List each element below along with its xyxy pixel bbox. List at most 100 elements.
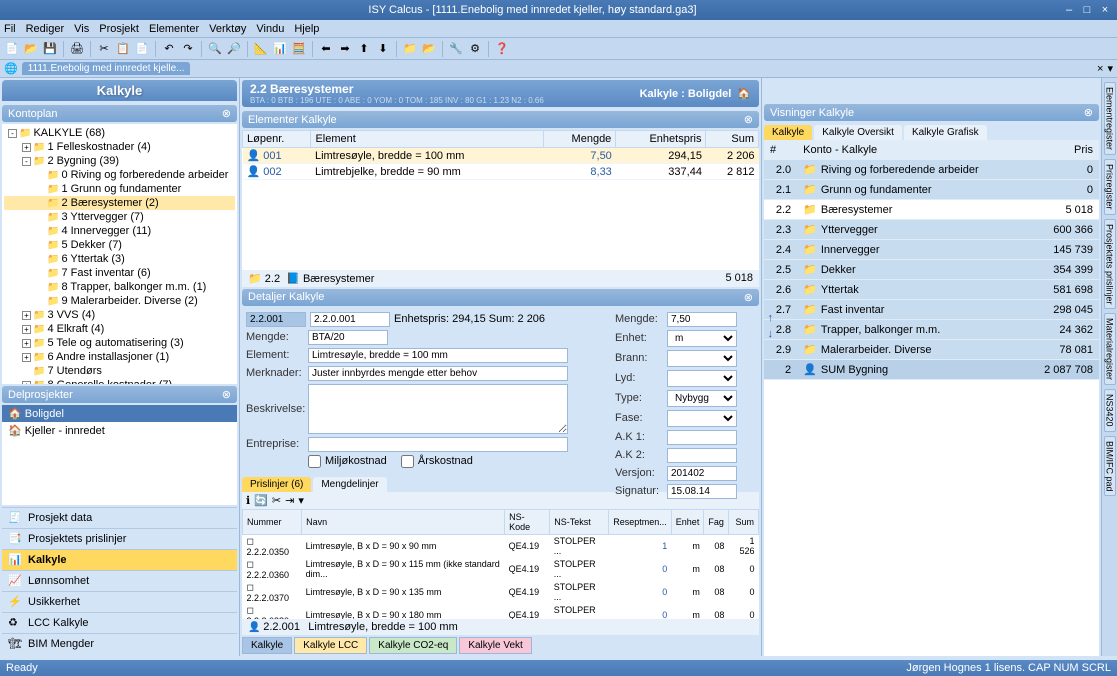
type-select[interactable]: Nybygg bbox=[667, 390, 737, 407]
nav-item-lønnsomhet[interactable]: 📈Lønnsomhet bbox=[2, 570, 237, 591]
visning-row[interactable]: 2.5📁Dekker354 399 bbox=[764, 260, 1099, 280]
delprosjekter-list[interactable]: 🏠 Boligdel🏠 Kjeller - innredet bbox=[2, 405, 237, 505]
toolbar-icon[interactable]: 📐 bbox=[253, 41, 269, 57]
visning-row[interactable]: 2.6📁Yttertak581 698 bbox=[764, 280, 1099, 300]
collapse-icon[interactable]: ⊗ bbox=[744, 291, 753, 304]
visning-row[interactable]: 2.0📁Riving og forberedende arbeider0 bbox=[764, 160, 1099, 180]
ak1-field[interactable] bbox=[667, 430, 737, 445]
arskostnad-checkbox[interactable] bbox=[401, 455, 414, 468]
side-tab[interactable]: Prisregister bbox=[1104, 159, 1116, 215]
toolbar-icon[interactable]: ⚙ bbox=[467, 41, 483, 57]
kontoplan-tree[interactable]: -📁KALKYLE (68)+📁1 Felleskostnader (4)-📁2… bbox=[2, 124, 237, 384]
code2-field[interactable] bbox=[310, 312, 390, 327]
prislinje-row[interactable]: ◻ 2.2.2.0370Limtresøyle, B x D = 90 x 13… bbox=[243, 581, 759, 604]
tree-node[interactable]: 📁4 Innervegger (11) bbox=[4, 224, 235, 238]
side-tab[interactable]: Prosjektets prislinjer bbox=[1104, 219, 1116, 310]
prislinje-row[interactable]: ◻ 2.2.2.0350Limtresøyle, B x D = 90 x 90… bbox=[243, 534, 759, 558]
nav-item-prosjektets-prislinjer[interactable]: 📑Prosjektets prislinjer bbox=[2, 528, 237, 549]
close-tab-icon[interactable]: × bbox=[1097, 63, 1103, 75]
visning-row[interactable]: 2.2📁Bæresystemer5 018 bbox=[764, 200, 1099, 220]
enhet-select[interactable]: m bbox=[667, 330, 737, 347]
element-row[interactable]: 👤 001Limtresøyle, bredde = 100 mm7,50294… bbox=[243, 148, 759, 164]
tree-node[interactable]: 📁7 Utendørs bbox=[4, 364, 235, 378]
menu-verktøy[interactable]: Verktøy bbox=[209, 23, 246, 35]
menu-rediger[interactable]: Rediger bbox=[26, 23, 65, 35]
entreprise-field[interactable] bbox=[308, 437, 568, 452]
tree-node[interactable]: 📁1 Grunn og fundamenter bbox=[4, 182, 235, 196]
nav-item-bim-mengder[interactable]: 🏗BIM Mengder bbox=[2, 633, 237, 654]
maximize-icon[interactable]: □ bbox=[1079, 3, 1095, 17]
menu-elementer[interactable]: Elementer bbox=[149, 23, 199, 35]
visning-row[interactable]: 2👤SUM Bygning2 087 708 bbox=[764, 360, 1099, 380]
toolbar-icon[interactable]: ↶ bbox=[161, 41, 177, 57]
toolbar-icon[interactable]: ❓ bbox=[494, 41, 510, 57]
merknader-field[interactable] bbox=[308, 366, 568, 381]
toolbar-icon[interactable]: 🔎 bbox=[226, 41, 242, 57]
menu-hjelp[interactable]: Hjelp bbox=[294, 23, 319, 35]
ak2-field[interactable] bbox=[667, 448, 737, 463]
tree-node[interactable]: 📁8 Trapper, balkonger m.m. (1) bbox=[4, 280, 235, 294]
collapse-icon[interactable]: ⊗ bbox=[222, 388, 231, 401]
toolbar-icon[interactable]: 📁 bbox=[402, 41, 418, 57]
visninger-table[interactable]: #Konto - KalkylePris2.0📁Riving og forber… bbox=[764, 140, 1099, 656]
toolbar-icon[interactable]: ⬆ bbox=[356, 41, 372, 57]
collapse-icon[interactable]: ⊗ bbox=[744, 113, 753, 126]
element-row[interactable]: 👤 002Limtrebjelke, bredde = 90 mm8,33337… bbox=[243, 164, 759, 180]
toolbar-icon[interactable]: 📂 bbox=[23, 41, 39, 57]
tree-node[interactable]: 📁5 Dekker (7) bbox=[4, 238, 235, 252]
toolbar-icon[interactable]: 💾 bbox=[42, 41, 58, 57]
tree-node[interactable]: +📁5 Tele og automatisering (3) bbox=[4, 336, 235, 350]
cut-icon[interactable]: ✂ bbox=[272, 494, 281, 507]
tree-node[interactable]: 📁0 Riving og forberedende arbeider bbox=[4, 168, 235, 182]
indent-icon[interactable]: ⇥ bbox=[285, 494, 294, 507]
tree-node[interactable]: +📁4 Elkraft (4) bbox=[4, 322, 235, 336]
code1-field[interactable] bbox=[246, 312, 306, 327]
element-field[interactable] bbox=[308, 348, 568, 363]
collapse-icon[interactable]: ⊗ bbox=[1084, 106, 1093, 119]
tree-node[interactable]: 📁3 Yttervegger (7) bbox=[4, 210, 235, 224]
toolbar-icon[interactable]: ⬅ bbox=[318, 41, 334, 57]
nav-item-usikkerhet[interactable]: ⚡Usikkerhet bbox=[2, 591, 237, 612]
mengde-field[interactable] bbox=[308, 330, 388, 345]
browser-icon[interactable]: 🌐 bbox=[4, 62, 18, 75]
elementer-table[interactable]: Løpenr.ElementMengdeEnhetsprisSum👤 001Li… bbox=[242, 130, 759, 287]
doc-tab[interactable]: 1111.Enebolig med innredet kjelle... bbox=[22, 62, 191, 75]
visning-row[interactable]: 2.3📁Yttervegger600 366 bbox=[764, 220, 1099, 240]
visning-tab[interactable]: Kalkyle Oversikt bbox=[814, 125, 902, 140]
visning-row[interactable]: 2.1📁Grunn og fundamenter0 bbox=[764, 180, 1099, 200]
menu-vindu[interactable]: Vindu bbox=[256, 23, 284, 35]
bottom-tab[interactable]: Kalkyle bbox=[242, 637, 292, 654]
minimize-icon[interactable]: – bbox=[1061, 3, 1077, 17]
toolbar-icon[interactable]: ➡ bbox=[337, 41, 353, 57]
tree-node[interactable]: 📁6 Yttertak (3) bbox=[4, 252, 235, 266]
refresh-icon[interactable]: 🔄 bbox=[254, 494, 268, 507]
delprosjekt-row[interactable]: 🏠 Boligdel bbox=[2, 405, 237, 422]
toolbar-icon[interactable]: ⬇ bbox=[375, 41, 391, 57]
tree-node[interactable]: +📁6 Andre installasjoner (1) bbox=[4, 350, 235, 364]
tree-node[interactable]: +📁8 Generelle kostnader (7) bbox=[4, 378, 235, 384]
toolbar-icon[interactable]: 🖨 bbox=[69, 41, 85, 57]
visning-row[interactable]: 2.7📁Fast inventar298 045 bbox=[764, 300, 1099, 320]
visning-tab[interactable]: Kalkyle bbox=[764, 125, 812, 140]
signatur-field[interactable] bbox=[667, 484, 737, 499]
mengde2-field[interactable] bbox=[667, 312, 737, 327]
bottom-tab[interactable]: Kalkyle Vekt bbox=[459, 637, 531, 654]
side-tab[interactable]: BIM/IFC pad bbox=[1104, 436, 1116, 497]
visning-row[interactable]: 2.8📁Trapper, balkonger m.m.24 362 bbox=[764, 320, 1099, 340]
prislinje-row[interactable]: ◻ 2.2.2.0360Limtresøyle, B x D = 90 x 11… bbox=[243, 558, 759, 581]
close-icon[interactable]: × bbox=[1097, 3, 1113, 17]
tree-node[interactable]: 📁2 Bæresystemer (2) bbox=[4, 196, 235, 210]
tree-node[interactable]: 📁7 Fast inventar (6) bbox=[4, 266, 235, 280]
tree-node[interactable]: +📁1 Felleskostnader (4) bbox=[4, 140, 235, 154]
tree-node[interactable]: -📁KALKYLE (68) bbox=[4, 126, 235, 140]
toolbar-icon[interactable]: 📊 bbox=[272, 41, 288, 57]
menu-vis[interactable]: Vis bbox=[74, 23, 89, 35]
nav-item-prosjekt-data[interactable]: 🧾Prosjekt data bbox=[2, 507, 237, 528]
miljokostnad-checkbox[interactable] bbox=[308, 455, 321, 468]
menu-fil[interactable]: Fil bbox=[4, 23, 16, 35]
nav-item-kalkyle[interactable]: 📊Kalkyle bbox=[2, 549, 237, 570]
visning-row[interactable]: 2.4📁Innervegger145 739 bbox=[764, 240, 1099, 260]
side-tab[interactable]: Elementregister bbox=[1104, 82, 1116, 155]
side-tab[interactable]: NS3420 bbox=[1104, 389, 1116, 432]
tree-node[interactable]: -📁2 Bygning (39) bbox=[4, 154, 235, 168]
